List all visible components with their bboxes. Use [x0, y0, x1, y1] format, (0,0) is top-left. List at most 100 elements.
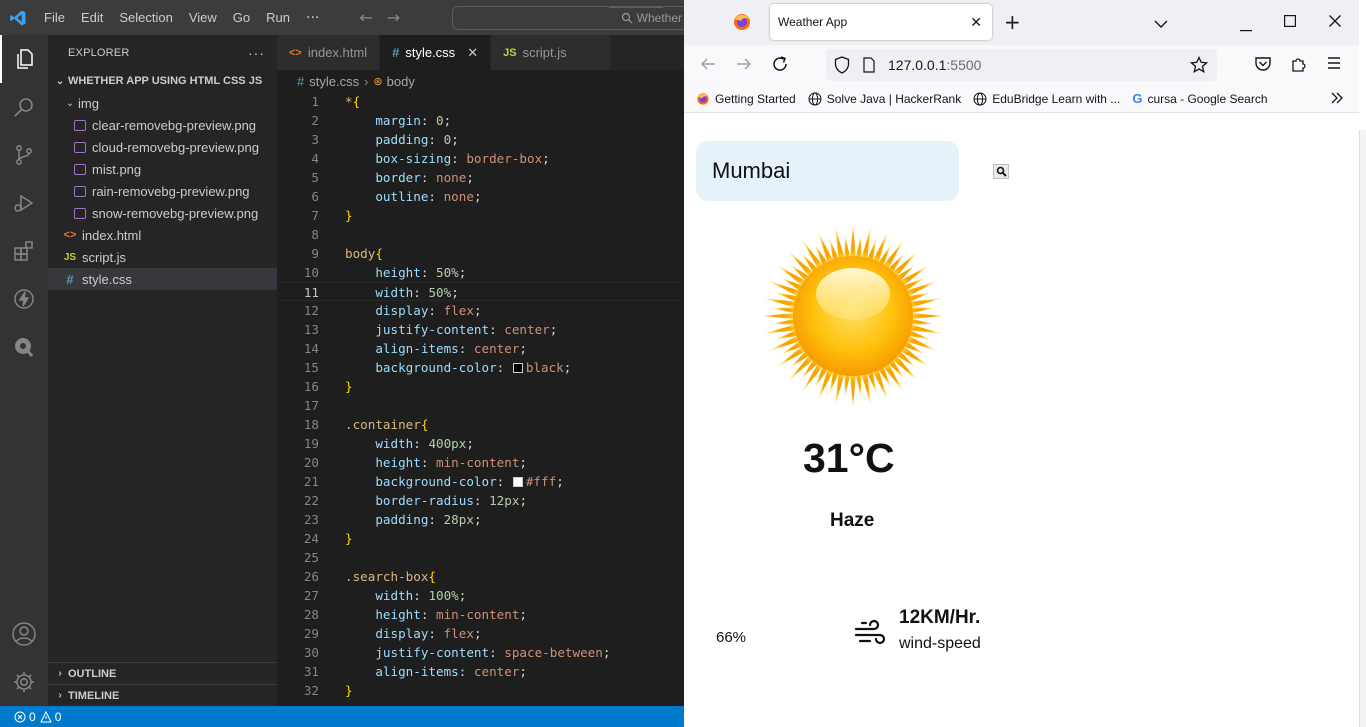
brace: { [420, 417, 429, 432]
css-value: 400px [428, 436, 467, 451]
scrollbar-track[interactable] [1359, 130, 1366, 727]
timeline-section[interactable]: › TIMELINE [48, 684, 277, 706]
forward-arrow-icon[interactable] [735, 55, 753, 77]
close-window-icon[interactable] [1329, 15, 1341, 31]
explorer-files-icon[interactable] [0, 35, 48, 83]
settings-gear-icon[interactable] [0, 658, 48, 706]
file-item[interactable]: snow-removebg-preview.png [48, 202, 277, 224]
tab-style-css[interactable]: # style.css ✕ [380, 35, 492, 70]
menu-run[interactable]: Run [258, 0, 298, 35]
bookmark-hackerrank[interactable]: Solve Java | HackerRank [808, 92, 961, 106]
search-button[interactable] [993, 164, 1009, 179]
line-number: 22 [303, 493, 319, 508]
command-center-search[interactable]: Whether [452, 6, 684, 30]
line-number: 12 [303, 303, 319, 318]
extensions-icon[interactable] [0, 227, 48, 275]
css-value: center [504, 322, 550, 337]
file-item[interactable]: mist.png [48, 158, 277, 180]
bookmark-google-search[interactable]: G cursa - Google Search [1132, 91, 1267, 106]
new-tab-button[interactable]: + [1004, 10, 1021, 34]
double-chevron-right-icon[interactable] [1330, 91, 1344, 108]
css-property: box-sizing [375, 151, 452, 166]
file-item[interactable]: clear-removebg-preview.png [48, 114, 277, 136]
menu-view[interactable]: View [181, 0, 225, 35]
code-line: 13 justify-content: center; [277, 320, 684, 339]
breadcrumb-symbol[interactable]: body [387, 74, 415, 89]
file-label: rain-removebg-preview.png [92, 183, 250, 199]
problems-indicator[interactable]: 0 0 [14, 710, 61, 724]
city-input-value: Mumbai [712, 158, 791, 183]
minimize-icon[interactable] [1240, 20, 1252, 36]
browser-tab-weather-app[interactable]: Weather App ✕ [770, 4, 992, 40]
url-bar[interactable]: 127.0.0.1:5500 [826, 49, 1217, 81]
pocket-icon[interactable] [1254, 55, 1272, 77]
file-item-selected[interactable]: # style.css [48, 268, 277, 290]
file-item[interactable]: cloud-removebg-preview.png [48, 136, 277, 158]
lightning-icon[interactable] [0, 275, 48, 323]
firefox-view-icon[interactable] [732, 12, 752, 32]
source-control-icon[interactable] [0, 131, 48, 179]
menu-edit[interactable]: Edit [73, 0, 111, 35]
list-all-tabs-chevron-icon[interactable] [1154, 14, 1168, 33]
menu-more-button[interactable]: ··· [298, 10, 327, 26]
code-line: 30 justify-content: space-between; [277, 643, 684, 662]
line-number: 24 [303, 531, 319, 546]
explorer-more-button[interactable]: ··· [248, 45, 265, 61]
brace: { [375, 246, 383, 261]
maximize-icon[interactable] [1284, 15, 1297, 31]
line-number: 19 [303, 436, 319, 451]
tab-index-html[interactable]: <> index.html [277, 35, 381, 70]
tab-script-js[interactable]: JS script.js [491, 35, 612, 70]
menu-file[interactable]: File [36, 0, 73, 35]
color-swatch[interactable] [512, 363, 523, 373]
project-folder[interactable]: ⌄ WHETHER APP USING HTML CSS JS [48, 70, 277, 92]
hamburger-menu-icon[interactable] [1326, 55, 1342, 75]
remote-explorer-icon[interactable] [0, 323, 48, 371]
error-count: 0 [29, 709, 36, 724]
command-center-accent [609, 7, 663, 8]
code-line: 1 *{ [277, 92, 684, 111]
file-item[interactable]: rain-removebg-preview.png [48, 180, 277, 202]
extensions-puzzle-icon[interactable] [1290, 55, 1308, 77]
code-editor[interactable]: <> index.html # style.css ✕ JS script.js… [277, 35, 684, 706]
menu-go[interactable]: Go [225, 0, 258, 35]
page-info-icon[interactable] [862, 57, 876, 77]
close-icon[interactable]: ✕ [467, 45, 478, 61]
js-file-icon: JS [503, 46, 517, 59]
run-debug-icon[interactable] [0, 179, 48, 227]
search-icon [621, 12, 633, 24]
css-property: display [375, 303, 429, 318]
code-line: 4 box-sizing: border-box; [277, 149, 684, 168]
menu-selection[interactable]: Selection [111, 0, 180, 35]
breadcrumb-file[interactable]: style.css [309, 74, 359, 89]
color-swatch[interactable] [512, 477, 523, 487]
code-area[interactable]: 1 *{ 2 margin: 0; 3 padding: 0; 4 box-siz… [277, 92, 684, 700]
img-folder[interactable]: ⌄ img [48, 92, 277, 114]
account-icon[interactable] [0, 610, 48, 658]
line-number: 8 [311, 227, 319, 242]
close-tab-icon[interactable]: ✕ [970, 14, 982, 31]
image-file-icon [74, 185, 86, 197]
editor-tabs: <> index.html # style.css ✕ JS script.js [277, 35, 684, 70]
code-line: 25 [277, 548, 684, 567]
line-number: 2 [311, 113, 319, 128]
shield-icon[interactable] [834, 56, 850, 78]
file-item[interactable]: JS script.js [48, 246, 277, 268]
code-line-current: 11 width: 50%; [277, 282, 684, 301]
tab-title: Weather App [778, 15, 848, 29]
city-search-input[interactable]: Mumbai [696, 141, 959, 201]
code-line: 20 height: min-content; [277, 453, 684, 472]
outline-section[interactable]: › OUTLINE [48, 662, 277, 684]
forward-arrow-icon[interactable]: → [387, 8, 400, 27]
css-file-icon: # [297, 73, 305, 89]
reload-icon[interactable] [771, 55, 789, 77]
back-arrow-icon[interactable] [699, 55, 717, 77]
line-number: 31 [303, 664, 319, 679]
wind-speed-value: 12KM/Hr. [899, 607, 981, 628]
search-icon[interactable] [0, 83, 48, 131]
bookmark-star-icon[interactable] [1189, 55, 1209, 78]
file-item[interactable]: <> index.html [48, 224, 277, 246]
back-arrow-icon[interactable]: ← [359, 8, 372, 27]
bookmark-getting-started[interactable]: Getting Started [696, 92, 796, 106]
bookmark-edubridge[interactable]: EduBridge Learn with ... [973, 92, 1120, 106]
